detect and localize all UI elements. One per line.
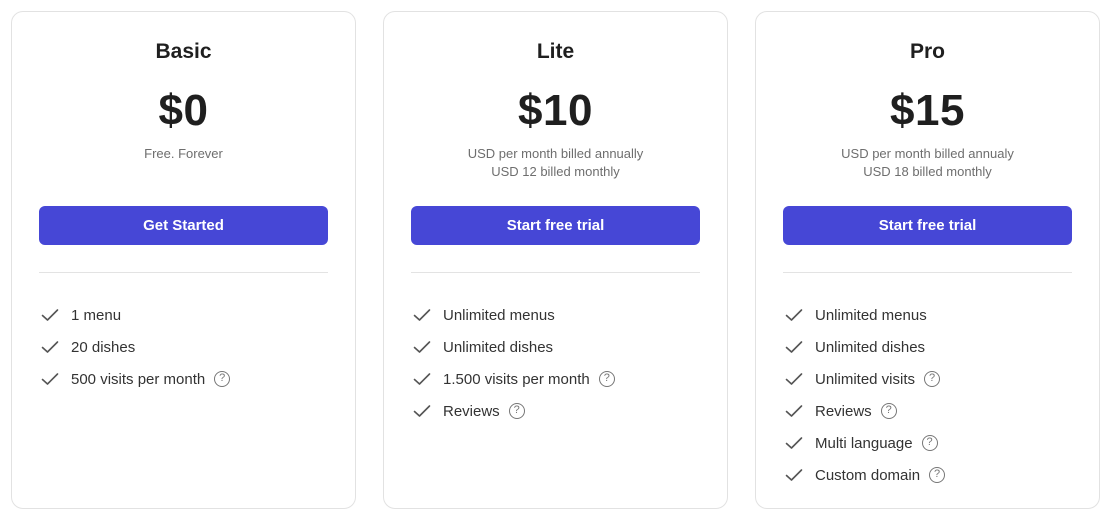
plan-name: Pro (909, 40, 945, 63)
start-free-trial-button[interactable]: Start free trial (783, 206, 1072, 245)
feature-item: Unlimited visits? (783, 363, 1072, 395)
plan-subtitle-line: USD 12 billed monthly (491, 164, 620, 179)
question-circle-icon[interactable]: ? (214, 371, 231, 387)
feature-item: 20 dishes (39, 331, 328, 363)
check-icon (413, 341, 431, 353)
feature-label: 20 dishes (71, 338, 136, 356)
feature-item: 1.500 visits per month? (411, 363, 700, 395)
feature-label: Unlimited menus (443, 306, 555, 324)
feature-label: Unlimited visits (815, 370, 916, 388)
feature-item: Unlimited menus (783, 299, 1072, 331)
plan-subtitle: USD per month billed annualy USD 18 bill… (756, 145, 1099, 181)
check-icon (785, 309, 803, 321)
plan-name: Basic (155, 40, 212, 63)
feature-label: 1.500 visits per month (443, 370, 590, 388)
plan-subtitle-line: USD per month billed annually (467, 146, 644, 161)
question-circle-icon[interactable]: ? (508, 403, 525, 419)
check-icon (413, 405, 431, 417)
pricing-plans: Basic $0 Free. Forever Get Started 1 men… (0, 0, 1108, 517)
feature-item: 1 menu (39, 299, 328, 331)
check-icon (41, 373, 59, 385)
question-circle-icon[interactable]: ? (921, 435, 938, 451)
plan-card-basic: Basic $0 Free. Forever Get Started 1 men… (11, 11, 356, 509)
plan-subtitle-line: USD per month billed annualy (841, 146, 1014, 161)
feature-list: 1 menu 20 dishes 500 visits per month? (39, 299, 328, 395)
check-icon (41, 341, 59, 353)
plan-subtitle-line: Free. Forever (144, 146, 223, 161)
check-icon (785, 341, 803, 353)
check-icon (785, 437, 803, 449)
plan-price: $10 (518, 86, 593, 135)
feature-label: Unlimited dishes (815, 338, 926, 356)
check-icon (41, 309, 59, 321)
check-icon (413, 373, 431, 385)
feature-label: 1 menu (71, 306, 122, 324)
feature-label: Reviews (815, 402, 872, 420)
feature-item: 500 visits per month? (39, 363, 328, 395)
divider (411, 272, 700, 273)
feature-list: Unlimited menus Unlimited dishes 1.500 vis… (411, 299, 700, 427)
start-free-trial-button[interactable]: Start free trial (411, 206, 700, 245)
plan-card-lite: Lite $10 USD per month billed annually U… (383, 11, 728, 509)
divider (39, 272, 328, 273)
check-icon (785, 405, 803, 417)
feature-item: Reviews? (783, 395, 1072, 427)
feature-label: Multi language (815, 434, 913, 452)
feature-label: 500 visits per month (71, 370, 206, 388)
plan-subtitle-line: USD 18 billed monthly (863, 164, 992, 179)
feature-label: Reviews (443, 402, 500, 420)
feature-item: Multi language? (783, 427, 1072, 459)
feature-list: Unlimited menus Unlimited dishes Unlimited… (783, 299, 1072, 491)
plan-subtitle: USD per month billed annually USD 12 bil… (384, 145, 727, 181)
question-circle-icon[interactable]: ? (924, 371, 941, 387)
check-icon (785, 469, 803, 481)
question-circle-icon[interactable]: ? (929, 467, 946, 483)
feature-item: Reviews? (411, 395, 700, 427)
plan-price: $0 (158, 86, 209, 135)
plan-subtitle: Free. Forever (12, 145, 355, 163)
check-icon (785, 373, 803, 385)
feature-item: Unlimited dishes (411, 331, 700, 363)
get-started-button[interactable]: Get Started (39, 206, 328, 245)
plan-price: $15 (890, 86, 965, 135)
check-icon (413, 309, 431, 321)
plan-name: Lite (536, 40, 575, 63)
feature-label: Unlimited menus (815, 306, 927, 324)
feature-label: Unlimited dishes (443, 338, 554, 356)
plan-card-pro: Pro $15 USD per month billed annualy USD… (755, 11, 1100, 509)
question-circle-icon[interactable]: ? (880, 403, 897, 419)
feature-label: Custom domain (815, 466, 921, 484)
feature-item: Unlimited menus (411, 299, 700, 331)
question-circle-icon[interactable]: ? (598, 371, 615, 387)
divider (783, 272, 1072, 273)
feature-item: Custom domain? (783, 459, 1072, 491)
feature-item: Unlimited dishes (783, 331, 1072, 363)
